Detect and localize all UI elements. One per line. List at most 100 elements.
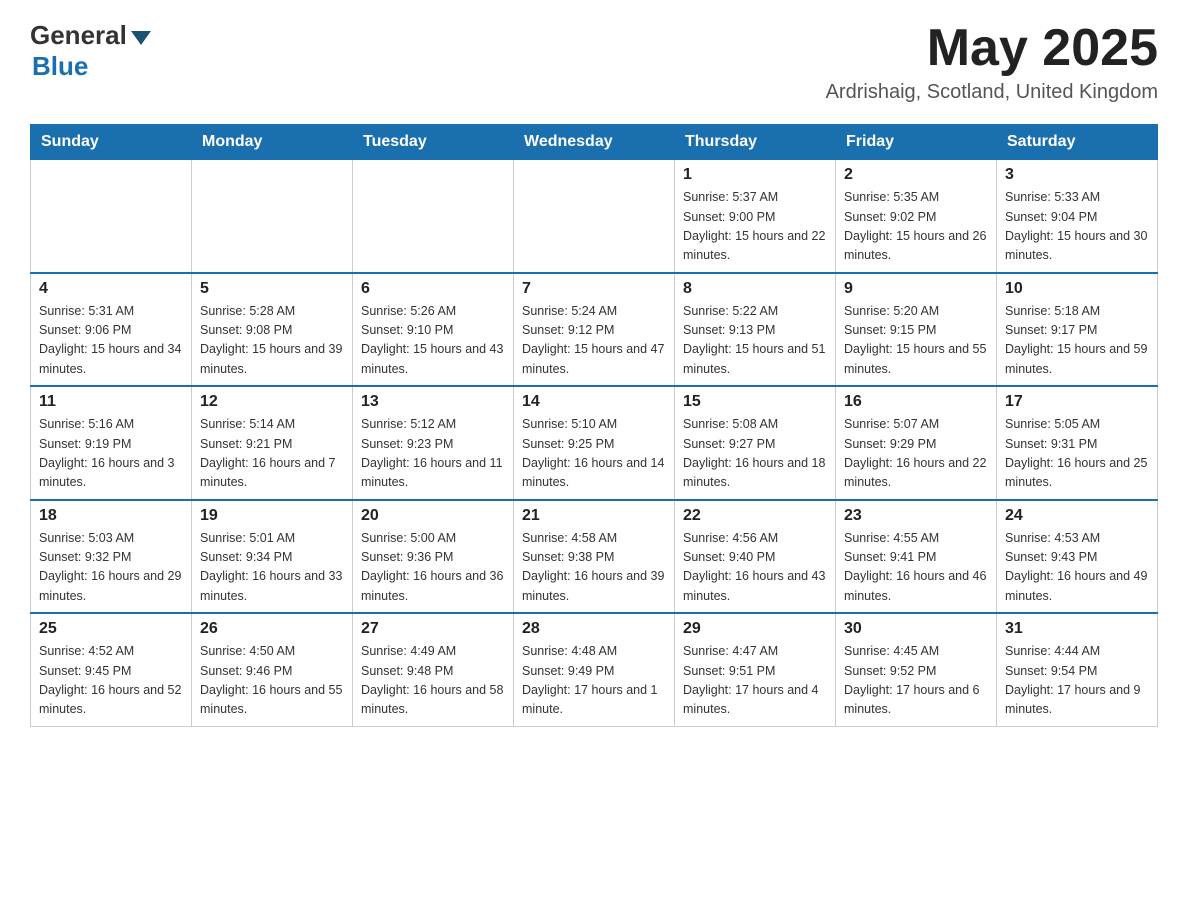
calendar-cell: 9 Sunrise: 5:20 AM Sunset: 9:15 PM Daylig… bbox=[836, 273, 997, 387]
day-info: Sunrise: 5:22 AM Sunset: 9:13 PM Dayligh… bbox=[683, 302, 827, 380]
day-info: Sunrise: 4:56 AM Sunset: 9:40 PM Dayligh… bbox=[683, 529, 827, 607]
day-info: Sunrise: 5:28 AM Sunset: 9:08 PM Dayligh… bbox=[200, 302, 344, 380]
month-title: May 2025 bbox=[826, 20, 1158, 77]
day-info: Sunrise: 4:48 AM Sunset: 9:49 PM Dayligh… bbox=[522, 642, 666, 720]
day-number: 4 bbox=[39, 280, 183, 298]
calendar-header-sunday: Sunday bbox=[31, 125, 192, 160]
day-info: Sunrise: 5:20 AM Sunset: 9:15 PM Dayligh… bbox=[844, 302, 988, 380]
calendar-header-friday: Friday bbox=[836, 125, 997, 160]
day-info: Sunrise: 5:16 AM Sunset: 9:19 PM Dayligh… bbox=[39, 415, 183, 493]
day-number: 3 bbox=[1005, 166, 1149, 184]
calendar-cell: 18 Sunrise: 5:03 AM Sunset: 9:32 PM Dayli… bbox=[31, 500, 192, 614]
calendar-week-row: 4 Sunrise: 5:31 AM Sunset: 9:06 PM Daylig… bbox=[31, 273, 1158, 387]
calendar-header-row: SundayMondayTuesdayWednesdayThursdayFrid… bbox=[31, 125, 1158, 160]
day-number: 23 bbox=[844, 507, 988, 525]
calendar-cell: 4 Sunrise: 5:31 AM Sunset: 9:06 PM Daylig… bbox=[31, 273, 192, 387]
day-number: 15 bbox=[683, 393, 827, 411]
day-number: 8 bbox=[683, 280, 827, 298]
day-info: Sunrise: 5:03 AM Sunset: 9:32 PM Dayligh… bbox=[39, 529, 183, 607]
calendar-cell: 10Sunrise: 5:18 AM Sunset: 9:17 PM Dayli… bbox=[997, 273, 1158, 387]
calendar-header-wednesday: Wednesday bbox=[514, 125, 675, 160]
day-info: Sunrise: 5:01 AM Sunset: 9:34 PM Dayligh… bbox=[200, 529, 344, 607]
day-number: 29 bbox=[683, 620, 827, 638]
logo-arrow-icon bbox=[131, 31, 151, 45]
calendar-cell: 6 Sunrise: 5:26 AM Sunset: 9:10 PM Daylig… bbox=[353, 273, 514, 387]
day-number: 31 bbox=[1005, 620, 1149, 638]
calendar-week-row: 18 Sunrise: 5:03 AM Sunset: 9:32 PM Dayli… bbox=[31, 500, 1158, 614]
day-info: Sunrise: 5:24 AM Sunset: 9:12 PM Dayligh… bbox=[522, 302, 666, 380]
day-number: 1 bbox=[683, 166, 827, 184]
calendar-cell: 8 Sunrise: 5:22 AM Sunset: 9:13 PM Daylig… bbox=[675, 273, 836, 387]
page-header: General Blue May 2025 Ardrishaig, Scotla… bbox=[30, 20, 1158, 104]
calendar-table: SundayMondayTuesdayWednesdayThursdayFrid… bbox=[30, 124, 1158, 727]
day-info: Sunrise: 5:14 AM Sunset: 9:21 PM Dayligh… bbox=[200, 415, 344, 493]
calendar-cell bbox=[192, 160, 353, 273]
day-info: Sunrise: 5:10 AM Sunset: 9:25 PM Dayligh… bbox=[522, 415, 666, 493]
calendar-header-tuesday: Tuesday bbox=[353, 125, 514, 160]
day-number: 19 bbox=[200, 507, 344, 525]
day-info: Sunrise: 5:12 AM Sunset: 9:23 PM Dayligh… bbox=[361, 415, 505, 493]
day-info: Sunrise: 4:44 AM Sunset: 9:54 PM Dayligh… bbox=[1005, 642, 1149, 720]
calendar-cell: 20 Sunrise: 5:00 AM Sunset: 9:36 PM Dayli… bbox=[353, 500, 514, 614]
day-info: Sunrise: 5:31 AM Sunset: 9:06 PM Dayligh… bbox=[39, 302, 183, 380]
calendar-cell: 1 Sunrise: 5:37 AM Sunset: 9:00 PM Daylig… bbox=[675, 160, 836, 273]
day-number: 5 bbox=[200, 280, 344, 298]
day-number: 6 bbox=[361, 280, 505, 298]
calendar-week-row: 1 Sunrise: 5:37 AM Sunset: 9:00 PM Daylig… bbox=[31, 160, 1158, 273]
day-info: Sunrise: 5:05 AM Sunset: 9:31 PM Dayligh… bbox=[1005, 415, 1149, 493]
calendar-cell: 5 Sunrise: 5:28 AM Sunset: 9:08 PM Daylig… bbox=[192, 273, 353, 387]
day-number: 18 bbox=[39, 507, 183, 525]
calendar-cell: 13 Sunrise: 5:12 AM Sunset: 9:23 PM Dayli… bbox=[353, 386, 514, 500]
calendar-cell: 7Sunrise: 5:24 AM Sunset: 9:12 PM Daylig… bbox=[514, 273, 675, 387]
location-text: Ardrishaig, Scotland, United Kingdom bbox=[826, 81, 1158, 104]
day-number: 16 bbox=[844, 393, 988, 411]
calendar-cell: 31 Sunrise: 4:44 AM Sunset: 9:54 PM Dayli… bbox=[997, 613, 1158, 726]
calendar-cell: 26Sunrise: 4:50 AM Sunset: 9:46 PM Dayli… bbox=[192, 613, 353, 726]
day-info: Sunrise: 5:26 AM Sunset: 9:10 PM Dayligh… bbox=[361, 302, 505, 380]
calendar-cell: 24 Sunrise: 4:53 AM Sunset: 9:43 PM Dayli… bbox=[997, 500, 1158, 614]
calendar-cell: 14Sunrise: 5:10 AM Sunset: 9:25 PM Dayli… bbox=[514, 386, 675, 500]
day-info: Sunrise: 5:00 AM Sunset: 9:36 PM Dayligh… bbox=[361, 529, 505, 607]
day-number: 30 bbox=[844, 620, 988, 638]
calendar-cell: 12Sunrise: 5:14 AM Sunset: 9:21 PM Dayli… bbox=[192, 386, 353, 500]
calendar-cell: 15 Sunrise: 5:08 AM Sunset: 9:27 PM Dayli… bbox=[675, 386, 836, 500]
day-info: Sunrise: 4:47 AM Sunset: 9:51 PM Dayligh… bbox=[683, 642, 827, 720]
day-number: 25 bbox=[39, 620, 183, 638]
day-number: 22 bbox=[683, 507, 827, 525]
day-number: 2 bbox=[844, 166, 988, 184]
day-number: 20 bbox=[361, 507, 505, 525]
calendar-cell: 11 Sunrise: 5:16 AM Sunset: 9:19 PM Dayli… bbox=[31, 386, 192, 500]
calendar-cell: 19 Sunrise: 5:01 AM Sunset: 9:34 PM Dayli… bbox=[192, 500, 353, 614]
calendar-header-saturday: Saturday bbox=[997, 125, 1158, 160]
calendar-cell bbox=[353, 160, 514, 273]
calendar-cell: 3 Sunrise: 5:33 AM Sunset: 9:04 PM Daylig… bbox=[997, 160, 1158, 273]
day-number: 28 bbox=[522, 620, 666, 638]
day-info: Sunrise: 5:18 AM Sunset: 9:17 PM Dayligh… bbox=[1005, 302, 1149, 380]
day-info: Sunrise: 5:33 AM Sunset: 9:04 PM Dayligh… bbox=[1005, 188, 1149, 266]
logo-general-label: General bbox=[30, 20, 127, 51]
calendar-cell: 29 Sunrise: 4:47 AM Sunset: 9:51 PM Dayli… bbox=[675, 613, 836, 726]
title-block: May 2025 Ardrishaig, Scotland, United Ki… bbox=[826, 20, 1158, 104]
calendar-week-row: 11 Sunrise: 5:16 AM Sunset: 9:19 PM Dayli… bbox=[31, 386, 1158, 500]
calendar-header-thursday: Thursday bbox=[675, 125, 836, 160]
day-info: Sunrise: 5:08 AM Sunset: 9:27 PM Dayligh… bbox=[683, 415, 827, 493]
day-number: 27 bbox=[361, 620, 505, 638]
calendar-week-row: 25 Sunrise: 4:52 AM Sunset: 9:45 PM Dayli… bbox=[31, 613, 1158, 726]
day-number: 26 bbox=[200, 620, 344, 638]
day-number: 11 bbox=[39, 393, 183, 411]
day-info: Sunrise: 4:52 AM Sunset: 9:45 PM Dayligh… bbox=[39, 642, 183, 720]
calendar-cell: 2 Sunrise: 5:35 AM Sunset: 9:02 PM Daylig… bbox=[836, 160, 997, 273]
day-info: Sunrise: 5:07 AM Sunset: 9:29 PM Dayligh… bbox=[844, 415, 988, 493]
day-info: Sunrise: 5:37 AM Sunset: 9:00 PM Dayligh… bbox=[683, 188, 827, 266]
day-number: 13 bbox=[361, 393, 505, 411]
logo-general-text: General bbox=[30, 20, 151, 51]
calendar-cell: 21Sunrise: 4:58 AM Sunset: 9:38 PM Dayli… bbox=[514, 500, 675, 614]
calendar-header-monday: Monday bbox=[192, 125, 353, 160]
calendar-cell: 17Sunrise: 5:05 AM Sunset: 9:31 PM Dayli… bbox=[997, 386, 1158, 500]
calendar-cell: 28 Sunrise: 4:48 AM Sunset: 9:49 PM Dayli… bbox=[514, 613, 675, 726]
day-number: 9 bbox=[844, 280, 988, 298]
day-info: Sunrise: 4:53 AM Sunset: 9:43 PM Dayligh… bbox=[1005, 529, 1149, 607]
calendar-cell: 27Sunrise: 4:49 AM Sunset: 9:48 PM Dayli… bbox=[353, 613, 514, 726]
day-number: 24 bbox=[1005, 507, 1149, 525]
day-info: Sunrise: 5:35 AM Sunset: 9:02 PM Dayligh… bbox=[844, 188, 988, 266]
